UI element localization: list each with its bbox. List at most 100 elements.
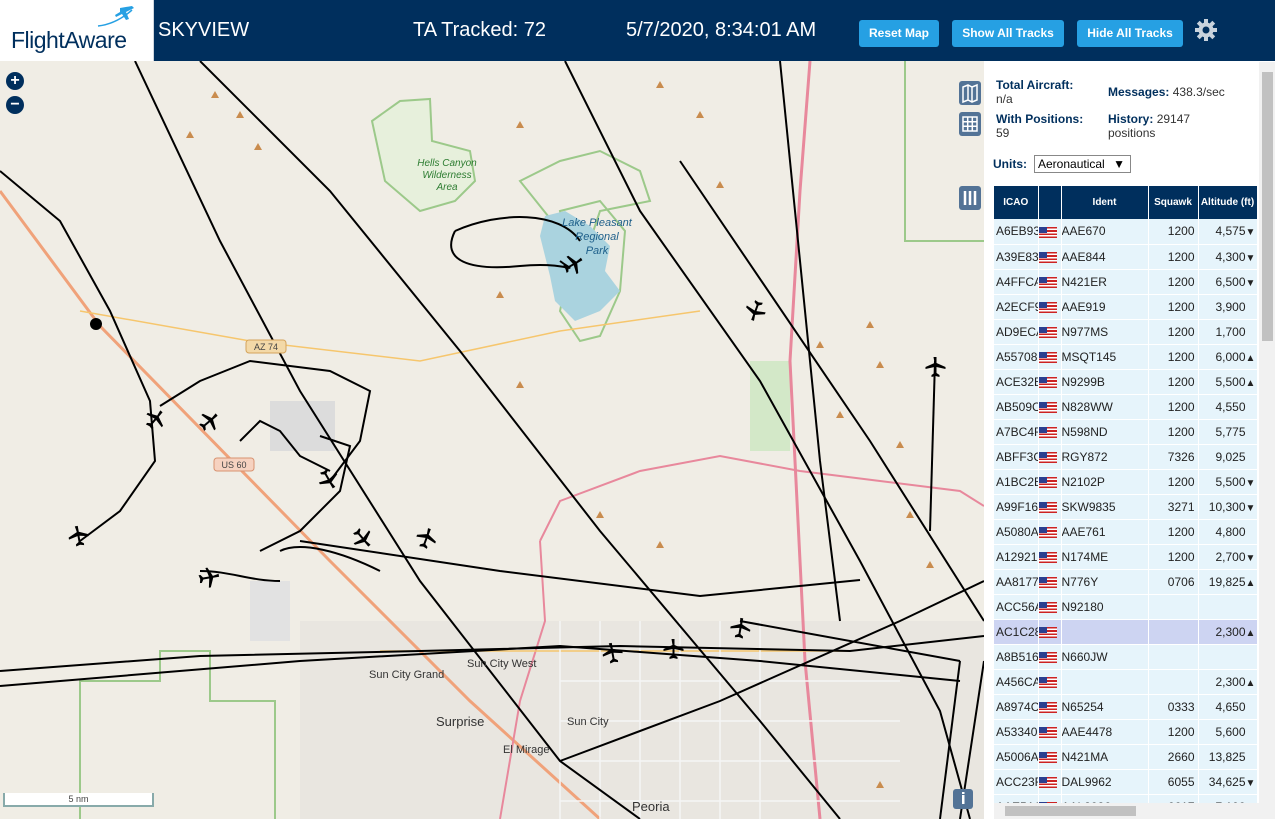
squawk-cell: 1200 (1148, 219, 1199, 245)
squawk-cell: 1200 (1148, 344, 1199, 370)
aircraft-row[interactable]: ACE32E N9299B 1200 5,500▲ (994, 369, 1258, 395)
total-aircraft-label: Total Aircraft: (996, 78, 1074, 92)
units-select[interactable]: Aeronautical ▼ (1034, 155, 1131, 173)
reset-map-button[interactable]: Reset Map (859, 20, 939, 47)
ident-cell: AAE919 (1061, 294, 1149, 320)
altitude-cell: 9,025 (1198, 444, 1258, 470)
history-value: 29147 (1156, 112, 1191, 126)
map-layer-button[interactable] (959, 81, 981, 105)
svg-text:Sun City Grand: Sun City Grand (369, 669, 444, 681)
icao-cell: A2ECF9 (994, 294, 1039, 320)
history-label: History: (1108, 112, 1154, 126)
aircraft-row[interactable]: AB509C N828WW 1200 4,550 (994, 394, 1258, 420)
aircraft-row[interactable]: A2ECF9 AAE919 1200 3,900 (994, 294, 1258, 320)
squawk-cell: 1200 (1148, 469, 1199, 495)
flag-cell (1038, 269, 1062, 295)
vertical-scroll-thumb[interactable] (1262, 72, 1273, 341)
aircraft-row[interactable]: ABFF3C RGY872 7326 9,025 (994, 444, 1258, 470)
aircraft-row[interactable]: A99F16 SKW9835 3271 10,300▼ (994, 494, 1258, 520)
icao-cell: AD9ECA (994, 319, 1039, 345)
scale-bar: 5 nm (3, 793, 154, 807)
us-flag-icon (1038, 526, 1057, 538)
altitude-trend-icon: ▼ (1245, 477, 1256, 489)
aircraft-row[interactable]: A1BC2E N2102P 1200 5,500▼ (994, 469, 1258, 495)
positions-label: With Positions: (996, 112, 1084, 126)
gear-icon[interactable] (1194, 18, 1218, 42)
aircraft-row[interactable]: A6EB93 AAE670 1200 4,575▼ (994, 219, 1258, 245)
flightaware-logo[interactable]: FlightAware (0, 0, 154, 61)
aircraft-row[interactable]: A4FFCA N421ER 1200 6,500▼ (994, 269, 1258, 295)
aircraft-row[interactable]: ACC56A N92180 (994, 594, 1258, 620)
altitude-cell: 2,700▼ (1198, 544, 1258, 570)
squawk-cell: 7326 (1148, 444, 1199, 470)
grid-layer-button[interactable] (959, 112, 981, 136)
altitude-cell: 13,825 (1198, 744, 1258, 770)
aircraft-row[interactable]: AA8177 N776Y 0706 19,825▲ (994, 569, 1258, 595)
col-header-ident[interactable]: Ident (1061, 186, 1149, 219)
columns-toggle-button[interactable] (959, 186, 981, 210)
altitude-value: 1,700 (1215, 324, 1246, 339)
squawk-cell: 3271 (1148, 494, 1199, 520)
horizontal-scroll-thumb[interactable] (1005, 806, 1136, 816)
us-flag-icon (1038, 776, 1057, 788)
altitude-value: 4,575 (1215, 224, 1246, 239)
positions-value: 59 (996, 126, 1010, 140)
col-header-icao[interactable]: ICAO (994, 186, 1039, 219)
aircraft-row[interactable]: A55708 MSQT145 1200 6,000▲ (994, 344, 1258, 370)
aircraft-row[interactable]: A12921 N174ME 1200 2,700▼ (994, 544, 1258, 570)
ident-cell: N92180 (1061, 594, 1149, 620)
info-icon (962, 792, 965, 804)
ident-cell: N828WW (1061, 394, 1149, 420)
squawk-cell (1148, 644, 1199, 670)
icao-cell: A12921 (994, 544, 1039, 570)
aircraft-row[interactable]: ACC23F DAL9962 6055 34,625▼ (994, 769, 1258, 795)
squawk-cell: 6055 (1148, 769, 1199, 795)
aircraft-row[interactable]: A8B516 N660JW (994, 644, 1258, 670)
aircraft-row[interactable]: A456CA 2,300▲ (994, 669, 1258, 695)
us-flag-icon (1038, 426, 1057, 438)
icao-cell: ACC23F (994, 769, 1039, 795)
altitude-value: 2,700 (1215, 549, 1246, 564)
squawk-cell: 1200 (1148, 419, 1199, 445)
col-header-squawk[interactable]: Squawk (1148, 186, 1199, 219)
ident-cell: DAL9962 (1061, 769, 1149, 795)
ident-cell: N598ND (1061, 419, 1149, 445)
flag-cell (1038, 569, 1062, 595)
flag-cell (1038, 644, 1062, 670)
squawk-cell: 1200 (1148, 519, 1199, 545)
icao-cell: A55708 (994, 344, 1039, 370)
info-button[interactable] (953, 789, 973, 809)
hide-all-tracks-button[interactable]: Hide All Tracks (1077, 20, 1183, 47)
icao-cell: AC1C28 (994, 619, 1039, 645)
flag-cell (1038, 294, 1062, 320)
us-flag-icon (1038, 701, 1057, 713)
squawk-cell (1148, 619, 1199, 645)
svg-text:Sun City: Sun City (567, 716, 609, 728)
map-view[interactable]: AZ 74 US 60 Hells Canyon Wilderness Area… (0, 61, 984, 819)
us-flag-icon (1038, 351, 1057, 363)
aircraft-row[interactable]: A39E83 AAE844 1200 4,300▼ (994, 244, 1258, 270)
ident-cell: N2102P (1061, 469, 1149, 495)
map-canvas[interactable]: AZ 74 US 60 Hells Canyon Wilderness Area… (0, 61, 984, 819)
altitude-value: 34,625 (1208, 774, 1246, 789)
zoom-in-button[interactable]: + (6, 72, 24, 90)
aircraft-row[interactable]: A5080A AAE761 1200 4,800 (994, 519, 1258, 545)
us-flag-icon (1038, 251, 1057, 263)
flag-cell (1038, 394, 1062, 420)
aircraft-markers[interactable] (67, 251, 946, 665)
aircraft-row[interactable]: AC1C28 2,300▲ (994, 619, 1258, 645)
flag-cell (1038, 619, 1062, 645)
chevron-down-icon: ▼ (1113, 157, 1125, 171)
zoom-out-button[interactable]: − (6, 96, 24, 114)
show-all-tracks-button[interactable]: Show All Tracks (952, 20, 1064, 47)
aircraft-panel: Total Aircraft: n/a Messages: 438.3/sec … (984, 61, 1275, 819)
columns-icon (963, 191, 977, 205)
altitude-value: 3,900 (1215, 299, 1246, 314)
aircraft-row[interactable]: A7BC4F N598ND 1200 5,775 (994, 419, 1258, 445)
aircraft-row[interactable]: A8974C N65254 0333 4,650 (994, 694, 1258, 720)
aircraft-row[interactable]: A5006A N421MA 2660 13,825 (994, 744, 1258, 770)
aircraft-row[interactable]: AD9ECA N977MS1200 1,700 (994, 319, 1258, 345)
flag-cell (1038, 519, 1062, 545)
aircraft-row[interactable]: A53340 AAE4478 1200 5,600 (994, 719, 1258, 745)
col-header-altitude[interactable]: Altitude (ft) (1198, 186, 1258, 219)
